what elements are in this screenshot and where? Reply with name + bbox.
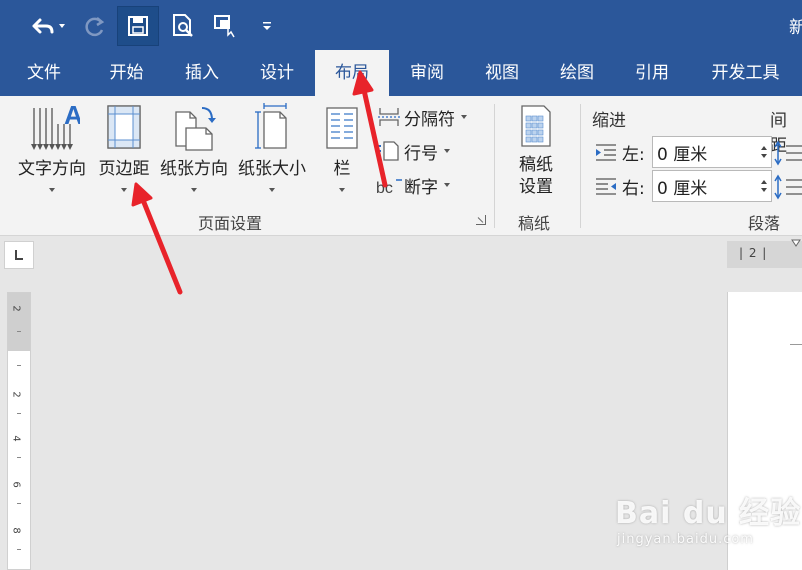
watermark-sub: jingyan.baidu.com [617,532,754,547]
annotation-arrow-layout-tab [361,87,388,188]
annotation-arrows [131,70,388,295]
watermark-main: Bai du 经验 [615,496,802,531]
baidu-watermark: Bai du 经验 jingyan.baidu.com [615,488,801,547]
annotation-arrow-margins [140,197,183,295]
